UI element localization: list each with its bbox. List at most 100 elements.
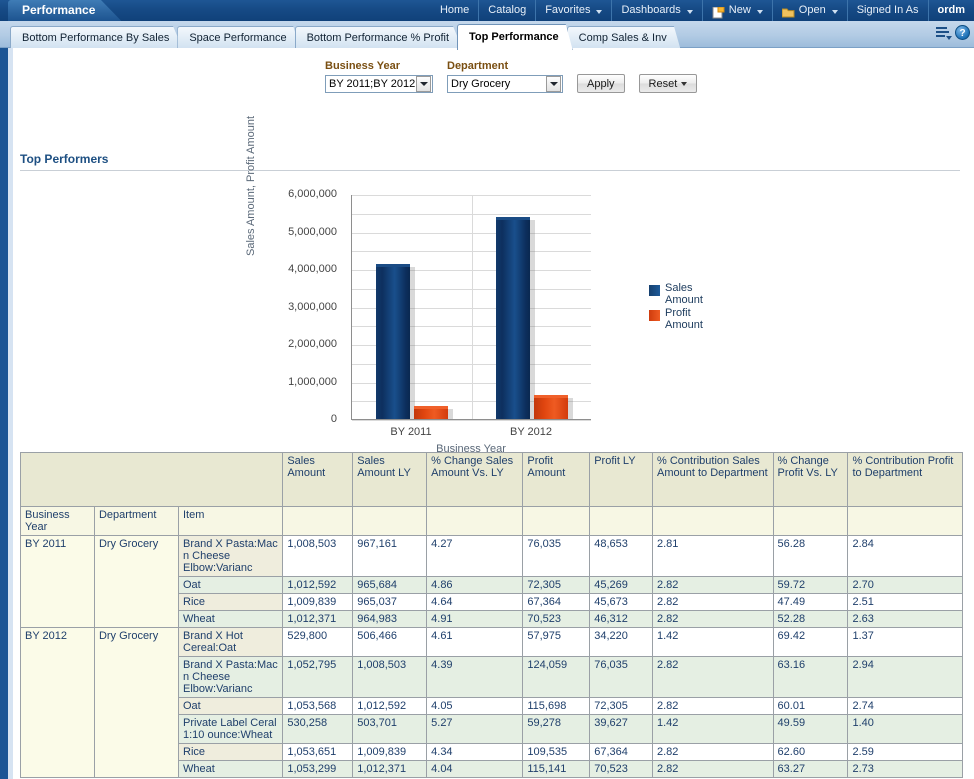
cell-measure-value: 76,035 (522, 535, 591, 577)
tab-space-performance[interactable]: Space Performance (177, 26, 301, 50)
cell-measure-value: 2.82 (652, 697, 774, 715)
column-header[interactable]: % Change Sales Amount Vs. LY (426, 452, 524, 507)
cell-measure-value: 70,523 (522, 610, 591, 628)
nav-item-home[interactable]: Home (431, 0, 478, 21)
chevron-down-icon (831, 9, 838, 14)
tab-comp-sales-inv[interactable]: Comp Sales & Inv (566, 26, 681, 50)
y-tick-label: 4,000,000 (288, 263, 337, 275)
apply-button-label: Apply (587, 77, 615, 90)
column-header[interactable]: Item (177, 506, 284, 536)
cell-measure-value: 115,698 (522, 697, 591, 715)
cell-measure-value: 4.05 (426, 697, 524, 715)
cell-business-year[interactable]: BY 2011 (20, 535, 95, 628)
page-title: Top Performers (20, 152, 109, 166)
bar-by-2011-profit-amount[interactable] (414, 405, 448, 419)
cell-measure-value: 39,627 (589, 714, 653, 744)
chevron-down-icon[interactable] (546, 76, 561, 92)
nav-item-ordm[interactable]: ordm (927, 0, 974, 21)
cell-item[interactable]: Oat (177, 576, 284, 594)
x-tick-label: BY 2011 (390, 426, 432, 438)
y-tick-label: 5,000,000 (288, 225, 337, 238)
nav-item-new[interactable]: New (701, 0, 772, 21)
cell-item[interactable]: Brand X Hot Cereal:Oat (177, 627, 284, 657)
cell-measure-value: 4.86 (426, 576, 524, 594)
cell-item[interactable]: Private Label Ceral 1:10 ounce:Wheat (177, 714, 284, 744)
cell-measure-value: 2.51 (847, 593, 963, 611)
column-header[interactable]: Business Year (20, 506, 95, 536)
help-icon[interactable]: ? (955, 25, 970, 40)
cell-item[interactable]: Rice (177, 743, 284, 761)
bar-by-2011-sales-amount[interactable] (376, 264, 410, 419)
cell-item[interactable]: Rice (177, 593, 284, 611)
legend-item-sales-amount[interactable]: Sales Amount (649, 282, 711, 306)
column-header-spacer (352, 506, 428, 536)
left-rail-dark (0, 48, 8, 779)
cell-measure-value: 67,364 (589, 743, 653, 761)
apply-button[interactable]: Apply (577, 74, 625, 93)
global-nav: Home Catalog Favorites Dashboards New Open Sig… (431, 0, 974, 21)
column-header[interactable]: Sales Amount (282, 452, 354, 507)
cell-business-year[interactable]: BY 2012 (20, 627, 95, 778)
tab-label: Bottom Performance By Sales (22, 32, 170, 44)
nav-item-favorites[interactable]: Favorites (535, 0, 611, 21)
y-tick-label: 1,000,000 (288, 375, 337, 388)
table-header-measures: Sales Amount Sales Amount LY% Change Sale… (19, 452, 963, 507)
cell-measure-value: 2.84 (847, 535, 963, 577)
dashboard-tab-strip: Bottom Performance By Sales Space Perform… (0, 21, 974, 50)
bar-by-2012-sales-amount[interactable] (496, 217, 530, 419)
cell-department[interactable]: Dry Grocery (93, 535, 180, 628)
cell-measure-value: 1,053,568 (282, 697, 354, 715)
chevron-down-icon[interactable] (416, 76, 431, 92)
cell-measure-value: 4.27 (426, 535, 524, 577)
cell-measure-value: 529,800 (282, 627, 354, 657)
title-divider (20, 170, 960, 171)
nav-item-label: Home (439, 4, 470, 16)
cell-measure-value: 109,535 (522, 743, 591, 761)
cell-measure-value: 2.82 (652, 593, 774, 611)
column-header[interactable]: Profit LY (589, 452, 653, 507)
column-header[interactable]: % Contribution Sales Amount to Departmen… (652, 452, 774, 507)
cell-department[interactable]: Dry Grocery (93, 627, 180, 778)
top-performers-chart: Sales Amount, Profit Amount 0 1,000,000 2,… (245, 116, 723, 463)
cell-measure-value: 2.94 (847, 656, 963, 698)
cell-item[interactable]: Wheat (177, 610, 284, 628)
cell-measure-value: 69.42 (772, 627, 849, 657)
table-row[interactable]: BY 2011 Dry Grocery Brand X Pasta:Mac n Ch… (20, 535, 963, 628)
cell-measure-value: 60.01 (772, 697, 849, 715)
page-options-icon[interactable] (935, 25, 952, 40)
cell-measure-value: 2.73 (847, 760, 963, 778)
table-row[interactable]: BY 2012 Dry Grocery Brand X Hot Cereal:Oat… (20, 627, 963, 778)
cell-item[interactable]: Oat (177, 697, 284, 715)
brand-tab[interactable]: Performance (8, 0, 122, 21)
cell-measure-value: 56.28 (772, 535, 849, 577)
dashboard-tabs: Bottom Performance By Sales Space Perform… (10, 24, 681, 50)
cell-measure-value: 46,312 (589, 610, 653, 628)
column-header[interactable]: % Change Profit Vs. LY (772, 452, 849, 507)
cell-measure-value: 4.61 (426, 627, 524, 657)
business-year-select[interactable]: BY 2011;BY 2012 (325, 75, 433, 93)
department-select[interactable]: Dry Grocery (447, 75, 563, 93)
tab-bottom-performance-by-sales[interactable]: Bottom Performance By Sales (10, 26, 184, 50)
nav-item-catalog[interactable]: Catalog (478, 0, 535, 21)
cell-measure-value: 2.70 (847, 576, 963, 594)
reset-button[interactable]: Reset (638, 74, 698, 93)
tab-bottom-performance-profit[interactable]: Bottom Performance % Profit (294, 26, 464, 50)
legend-item-profit-amount[interactable]: Profit Amount (649, 307, 711, 331)
cell-item[interactable]: Brand X Pasta:Mac n Cheese Elbow:Varianc (177, 535, 284, 577)
chevron-down-icon (681, 81, 688, 86)
cell-item[interactable]: Wheat (177, 760, 284, 778)
chart-legend: Sales Amount Profit Amount (649, 282, 711, 333)
cell-item[interactable]: Brand X Pasta:Mac n Cheese Elbow:Varianc (177, 656, 284, 698)
y-tick-label: 0 (330, 413, 337, 425)
column-header[interactable]: Profit Amount (522, 452, 591, 507)
bar-by-2012-profit-amount[interactable] (534, 395, 568, 419)
column-header[interactable]: Department (93, 506, 180, 536)
nav-item-open[interactable]: Open (771, 0, 847, 21)
column-header[interactable]: % Contribution Profit to Department (847, 452, 963, 507)
cell-measure-value: 5.27 (426, 714, 524, 744)
nav-item-dashboards[interactable]: Dashboards (611, 0, 701, 21)
column-header[interactable]: Sales Amount LY (352, 452, 428, 507)
nav-item-signed-in-as[interactable]: Signed In As (846, 0, 928, 21)
tab-top-performance[interactable]: Top Performance (457, 24, 573, 50)
cell-measure-value: 45,269 (589, 576, 653, 594)
